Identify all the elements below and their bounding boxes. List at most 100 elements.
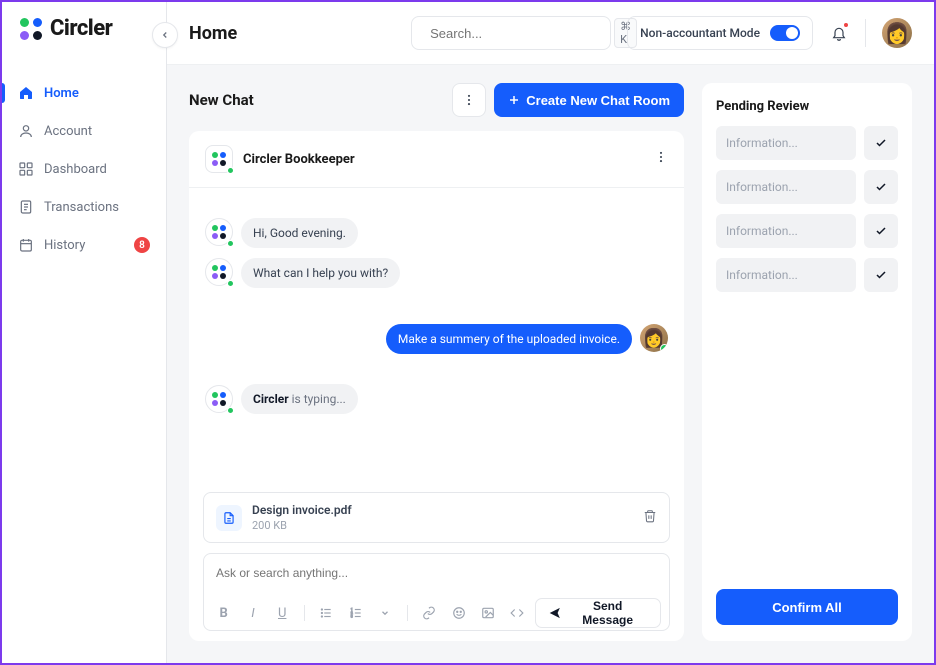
sidebar-nav: Home Account Dashboard Transactions Hist… [2,55,166,263]
brand-logo-icon [20,18,42,40]
underline-button[interactable]: U [271,601,294,625]
pending-field[interactable]: Information... [716,258,856,292]
file-name: Design invoice.pdf [252,503,633,517]
message-row: Hi, Good evening. [205,218,668,248]
composer: Design invoice.pdf 200 KB B I [189,480,684,641]
sidebar-item-label: Home [44,86,79,101]
notifications-button[interactable] [829,23,849,43]
sidebar-item-account[interactable]: Account [2,113,166,149]
pending-check-button[interactable] [864,170,898,204]
create-chat-button[interactable]: Create New Chat Room [494,83,684,117]
brand-row: Circler [2,2,166,55]
list-dropdown-button[interactable] [373,601,396,625]
chat-menu-button[interactable] [654,150,668,168]
receipt-icon [18,199,34,215]
pending-check-button[interactable] [864,214,898,248]
user-message-avatar: 👩 [640,324,668,352]
emoji-button[interactable] [447,601,470,625]
svg-text:3: 3 [350,615,352,619]
grid-icon [18,161,34,177]
check-icon [875,181,887,193]
search-input[interactable] [430,26,606,41]
italic-button[interactable]: I [241,601,264,625]
message-input[interactable] [204,554,669,592]
sidebar-item-transactions[interactable]: Transactions [2,189,166,225]
dots-vertical-icon [654,150,668,164]
create-chat-label: Create New Chat Room [526,93,670,108]
chat-options-button[interactable] [452,83,486,117]
bot-message: What can I help you with? [241,258,400,288]
bot-avatar [205,218,233,246]
image-button[interactable] [476,601,499,625]
brand-name: Circler [50,16,112,41]
send-label: Send Message [567,599,648,627]
link-button[interactable] [418,601,441,625]
user-icon [18,123,34,139]
sidebar: Circler Home Account Dashboard Transacti… [2,2,167,663]
attachment-chip: Design invoice.pdf 200 KB [203,492,670,543]
pending-field[interactable]: Information... [716,170,856,204]
message-row: What can I help you with? [205,258,668,288]
chat-header: Circler Bookkeeper [189,131,684,188]
online-indicator [227,167,234,174]
online-indicator [227,240,234,247]
sidebar-item-label: Dashboard [44,162,107,177]
circler-dots-icon [212,265,226,279]
pending-row: Information... [716,170,898,204]
sidebar-collapse-button[interactable] [152,22,178,48]
pending-title: Pending Review [716,99,898,114]
plus-icon [508,94,520,106]
list-icon [319,606,333,620]
circler-dots-icon [212,225,226,239]
typing-indicator: Circler is typing... [205,384,668,414]
pending-row: Information... [716,258,898,292]
sidebar-item-label: Account [44,124,92,139]
message-row: 👩 Make a summery of the uploaded invoice… [205,324,668,354]
check-icon [875,269,887,281]
check-icon [875,137,887,149]
calendar-icon [18,237,34,253]
mode-toggle[interactable] [770,25,800,41]
list-ordered-button[interactable]: 123 [344,601,367,625]
online-indicator [227,407,234,414]
pending-field[interactable]: Information... [716,214,856,248]
sidebar-item-home[interactable]: Home [2,75,166,111]
pending-row: Information... [716,126,898,160]
bot-avatar [205,385,233,413]
bold-button[interactable]: B [212,601,235,625]
pending-field[interactable]: Information... [716,126,856,160]
bot-message: Hi, Good evening. [241,218,358,248]
user-message: Make a summery of the uploaded invoice. [386,324,632,354]
code-button[interactable] [505,601,528,625]
code-icon [510,606,524,620]
sidebar-item-history[interactable]: History 8 [2,227,166,263]
pending-check-button[interactable] [864,258,898,292]
page-title: Home [189,23,237,44]
sidebar-item-dashboard[interactable]: Dashboard [2,151,166,187]
typing-bubble: Circler is typing... [241,384,358,414]
user-avatar[interactable]: 👩 [882,18,912,48]
mode-label: Non-accountant Mode [640,26,760,40]
send-button[interactable]: Send Message [535,598,661,628]
pending-check-button[interactable] [864,126,898,160]
circler-dots-icon [212,152,226,166]
notification-dot [843,22,849,28]
chevron-down-icon [380,608,390,618]
bot-avatar [205,258,233,286]
pending-row: Information... [716,214,898,248]
smile-icon [452,606,466,620]
chat-title: Circler Bookkeeper [243,152,644,167]
mode-switch-box: Non-accountant Mode [627,16,813,50]
header-divider [865,19,866,47]
pending-review-panel: Pending Review Information... Informatio… [702,83,912,641]
list-unordered-button[interactable] [315,601,338,625]
trash-icon [643,509,657,523]
global-search[interactable]: ⌘ K [411,16,611,50]
online-indicator [227,280,234,287]
format-toolbar: B I U 123 [204,592,669,630]
delete-attachment-button[interactable] [643,509,657,527]
home-icon [18,85,34,101]
file-icon [216,505,242,531]
confirm-all-button[interactable]: Confirm All [716,589,898,625]
list-ordered-icon: 123 [349,606,363,620]
